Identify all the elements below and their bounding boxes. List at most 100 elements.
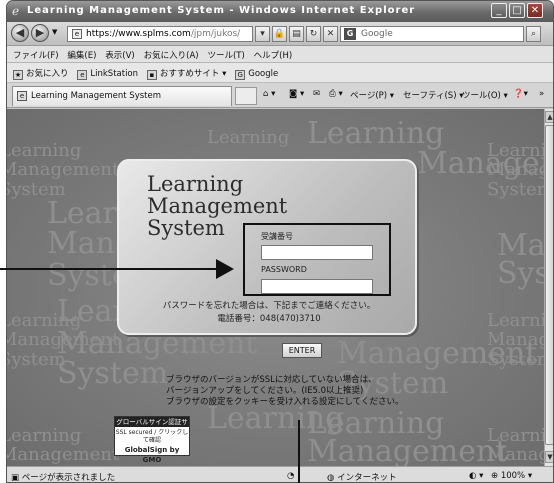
globalsign-mid: SSL secured / クリックして確認 — [115, 429, 189, 444]
fav-linkstation-label: LinkStation — [90, 69, 139, 79]
logo-line-1: Learning — [147, 172, 244, 196]
forward-icon[interactable]: ▶ — [31, 24, 49, 42]
bg-word: Learning — [487, 310, 544, 331]
bg-word: Learning — [7, 425, 82, 446]
annotation-box — [243, 223, 391, 296]
callout-arrow-left — [0, 268, 220, 270]
stop-icon[interactable]: ✕ — [323, 26, 338, 42]
compat-icon[interactable]: ▤ — [289, 26, 304, 42]
tab-title: Learning Management System — [31, 91, 161, 101]
url-path: /jpm/jukos/ — [190, 29, 241, 39]
url-host: https://www.splms.com — [86, 29, 191, 39]
bg-word: Management — [7, 159, 120, 180]
url-field[interactable]: e https://www.splms.com/jpm/jukos/ — [67, 26, 253, 42]
bg-word: Management — [7, 444, 120, 465]
notice-line-1: ブラウザのバージョンがSSLに対応していない場合は、 — [166, 375, 377, 385]
menu-bar: ファイル(F) 編集(E) 表示(V) お気に入り(A) ツール(T) ヘルプ(… — [7, 46, 553, 63]
safety-menu[interactable]: セーフティ(S) ▾ — [403, 89, 463, 101]
bg-word: System — [487, 349, 544, 370]
status-bar: ▣ ページが表示されました ◔ ◍ インターネット ◐ ▾ ⊕ 100% ▾ — [7, 466, 553, 483]
protected-mode-icon: ◔ — [287, 471, 295, 481]
history-dropdown-icon[interactable]: ▼ — [52, 28, 57, 36]
bg-word: Learning — [487, 140, 544, 161]
bg-word: Learning — [487, 425, 544, 446]
bg-word: Management — [307, 434, 508, 467]
minimize-button[interactable]: _ — [491, 3, 507, 18]
favorites-bar: ★ お気に入り e LinkStation ▪ おすすめサイト ▾ G Google — [7, 63, 553, 83]
search-icon[interactable]: ⌕ — [526, 26, 541, 42]
page-icon: e — [17, 91, 27, 101]
page-icon: e — [72, 29, 82, 39]
bg-word: Learning — [307, 116, 445, 151]
browser-notice: ブラウザのバージョンがSSLに対応していない場合は、 バージョンアップをしてくだ… — [166, 375, 404, 408]
forgot-password-note: パスワードを忘れた場合は、下記までご連絡ください。 — [162, 301, 376, 311]
feeds-icon[interactable]: ◙ ▾ — [289, 89, 304, 99]
back-icon[interactable]: ◀ — [11, 24, 29, 42]
url-dropdown-icon[interactable]: ▾ — [255, 26, 270, 42]
notice-line-3: ブラウザの設定をクッキーを受け入れる設定にしてください。 — [166, 397, 404, 407]
security-status-icon[interactable]: ◐ ▾ — [469, 471, 483, 481]
vertical-scrollbar[interactable]: ▲ ▼ — [544, 109, 553, 466]
star-icon: ★ — [13, 70, 23, 80]
window-title: Learning Management System - Windows Int… — [27, 5, 416, 16]
globalsign-seal[interactable]: グローバルサイン認証サイト SSL secured / クリックして確認 Glo… — [114, 416, 190, 464]
fav-linkstation[interactable]: e LinkStation — [71, 65, 138, 80]
search-input[interactable]: G Google — [340, 26, 524, 42]
fav-google-label: Google — [248, 69, 279, 79]
menu-edit[interactable]: 編集(E) — [61, 46, 96, 61]
lock-icon[interactable]: 🔒 — [272, 26, 287, 42]
enter-button[interactable]: ENTER — [282, 343, 322, 358]
scroll-down-icon[interactable]: ▼ — [545, 451, 553, 463]
tools-menu[interactable]: ツール(O) ▾ — [462, 89, 508, 101]
status-text: ページが表示されました — [21, 473, 116, 483]
bg-word: Learning — [207, 127, 290, 148]
zone-label: インターネット — [337, 473, 397, 483]
bg-word: Management — [487, 159, 544, 180]
scroll-thumb[interactable] — [545, 125, 553, 445]
refresh-icon[interactable]: ↻ — [306, 26, 321, 42]
page-menu[interactable]: ページ(P) ▾ — [350, 89, 394, 101]
page-content: Learning Management System Learning Mana… — [7, 109, 544, 466]
bg-word: Learning — [7, 140, 82, 161]
page-icon: e — [77, 70, 88, 80]
zoom-level: 100% — [500, 471, 526, 481]
title-bar: ℯ Learning Management System - Windows I… — [7, 1, 553, 22]
callout-arrow-bottom — [298, 420, 300, 483]
menu-help[interactable]: ヘルプ(H) — [248, 46, 293, 61]
phone-note: 電話番号：048(470)3710 — [217, 314, 321, 324]
search-placeholder: Google — [361, 29, 393, 39]
status-message: ▣ ページが表示されました — [11, 471, 116, 483]
favorites-button[interactable]: ★ お気に入り — [7, 63, 69, 80]
suggested-sites-icon: ▪ — [146, 70, 157, 80]
bg-word: System — [497, 256, 544, 291]
print-icon[interactable]: ⎙ ▾ — [329, 89, 343, 99]
new-tab-button[interactable] — [235, 87, 257, 105]
close-button[interactable]: ✕ — [527, 3, 543, 18]
tab-lms[interactable]: e Learning Management System — [12, 86, 232, 106]
menu-view[interactable]: 表示(V) — [99, 46, 134, 61]
fav-google[interactable]: G Google — [229, 65, 278, 80]
google-icon: G — [235, 70, 246, 80]
done-icon: ▣ — [11, 473, 22, 483]
browser-window: ℯ Learning Management System - Windows I… — [6, 0, 554, 483]
help-icon[interactable]: ❓▾ — [513, 89, 528, 99]
fav-suggested-label: おすすめサイト ▾ — [159, 69, 227, 79]
bg-word: System — [487, 179, 544, 200]
globalsign-bottom: GlobalSign by GMO — [124, 446, 180, 464]
globe-icon: ◍ — [327, 473, 338, 483]
bg-word: Management — [487, 329, 544, 350]
mail-icon[interactable]: ✉ — [313, 89, 320, 99]
tab-bar: e Learning Management System ⌂ ▾ ◙ ▾ ✉ ⎙… — [7, 83, 553, 108]
home-icon[interactable]: ⌂ ▾ — [263, 89, 275, 99]
menu-tools[interactable]: ツール(T) — [201, 46, 244, 61]
zoom-control[interactable]: ⊕ 100% ▾ — [491, 471, 532, 481]
internet-zone: ◍ インターネット — [327, 471, 397, 483]
bg-word: Management — [487, 444, 544, 465]
fav-suggested[interactable]: ▪ おすすめサイト ▾ — [141, 63, 226, 80]
scroll-up-icon[interactable]: ▲ — [545, 111, 553, 123]
maximize-button[interactable]: □ — [509, 3, 525, 18]
chevron-right-icon[interactable]: » — [539, 89, 544, 99]
menu-file[interactable]: ファイル(F) — [7, 46, 59, 61]
favorites-label: お気に入り — [26, 69, 69, 79]
menu-favorites[interactable]: お気に入り(A) — [138, 46, 199, 61]
